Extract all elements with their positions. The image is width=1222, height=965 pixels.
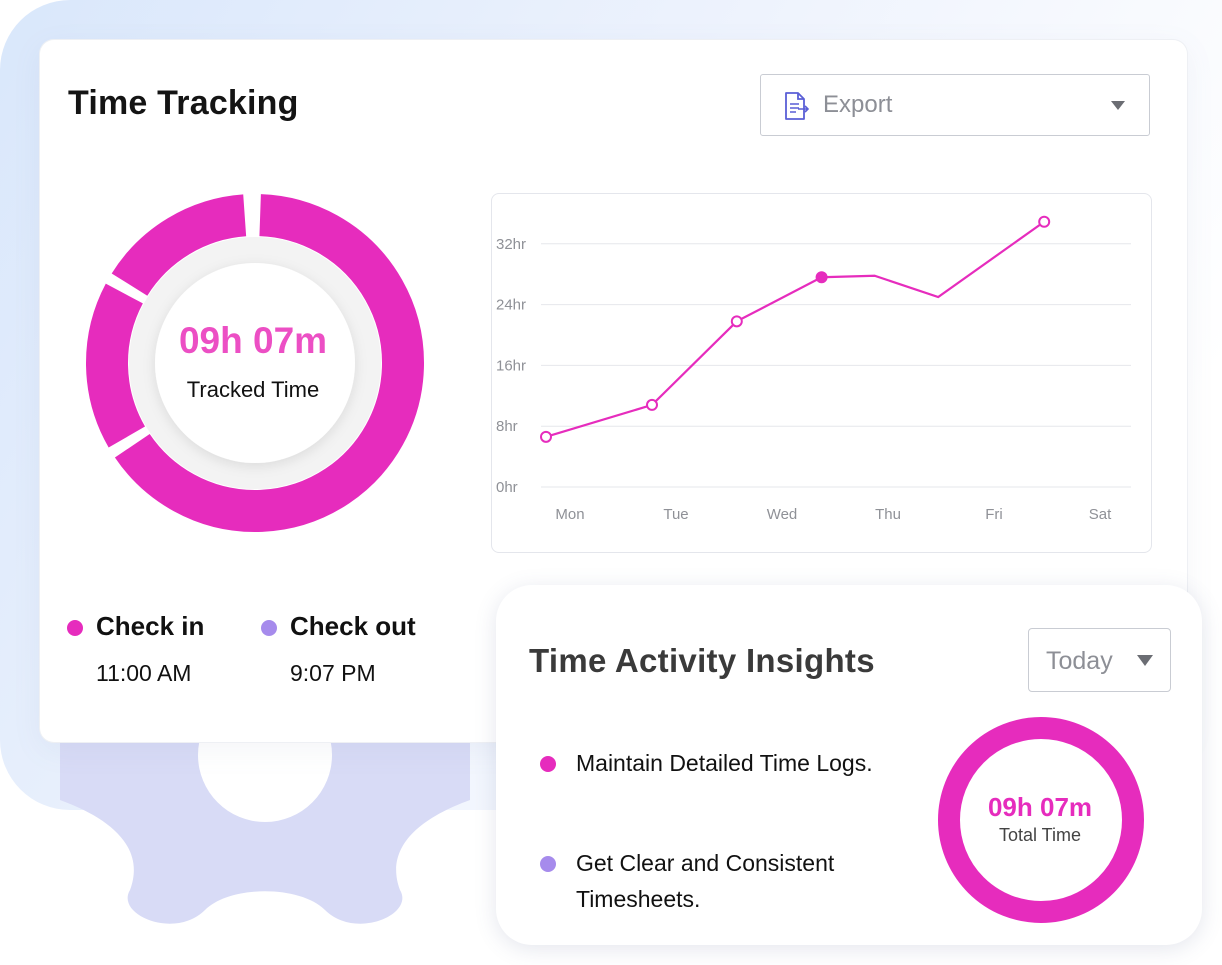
total-time-value: 09h 07m bbox=[987, 792, 1093, 822]
insights-title: Time Activity Insights bbox=[529, 642, 875, 679]
check-out-label: Check out bbox=[290, 611, 416, 641]
data-point bbox=[730, 315, 743, 328]
period-label: Today bbox=[1046, 647, 1113, 675]
x-tick-label: Thu bbox=[875, 506, 901, 523]
weekly-hours-line-chart: 0hr 8hr 16hr 24hr 32hr Mon Tue Wed Thu Fri Sat bbox=[496, 215, 1131, 523]
insight-item: Maintain Detailed Time Logs. bbox=[576, 750, 873, 776]
series-line bbox=[545, 220, 1045, 438]
chevron-down-icon bbox=[1111, 101, 1125, 110]
x-tick-label: Fri bbox=[985, 506, 1003, 523]
check-in-dot bbox=[67, 620, 83, 636]
export-dropdown[interactable]: Export bbox=[760, 74, 1150, 136]
y-tick-label: 32hr bbox=[496, 236, 526, 253]
x-tick-label: Wed bbox=[767, 506, 798, 523]
data-point bbox=[646, 398, 658, 411]
data-point bbox=[540, 430, 552, 443]
insight-bullet-pink bbox=[540, 756, 556, 772]
x-tick-label: Sat bbox=[1089, 506, 1112, 523]
y-tick-label: 8hr bbox=[496, 418, 518, 435]
tracked-time-donut bbox=[86, 194, 424, 532]
check-out-time: 9:07 PM bbox=[290, 660, 376, 686]
total-time-label: Total Time bbox=[998, 825, 1082, 845]
card-title: Time Tracking bbox=[68, 84, 299, 122]
donut-segment bbox=[86, 283, 146, 448]
x-tick-label: Mon bbox=[555, 506, 584, 523]
data-point bbox=[815, 271, 828, 284]
export-label: Export bbox=[823, 91, 893, 118]
check-in-label: Check in bbox=[96, 611, 205, 641]
tracked-time-label: Tracked Time bbox=[186, 377, 320, 402]
check-in-time: 11:00 AM bbox=[96, 660, 192, 686]
tracked-time-value: 09h 07m bbox=[178, 320, 328, 361]
check-out-dot bbox=[261, 620, 277, 636]
y-tick-label: 16hr bbox=[496, 357, 526, 374]
period-dropdown[interactable]: Today bbox=[1028, 628, 1171, 692]
y-tick-label: 0hr bbox=[496, 479, 518, 496]
document-export-icon bbox=[785, 92, 809, 120]
insight-item: Get Clear and Consistent Timesheets. bbox=[576, 850, 835, 912]
y-tick-label: 24hr bbox=[496, 297, 526, 314]
insight-bullet-purple bbox=[540, 856, 556, 872]
x-tick-label: Tue bbox=[663, 506, 688, 523]
data-point bbox=[1038, 215, 1051, 228]
chevron-down-icon bbox=[1137, 655, 1153, 666]
